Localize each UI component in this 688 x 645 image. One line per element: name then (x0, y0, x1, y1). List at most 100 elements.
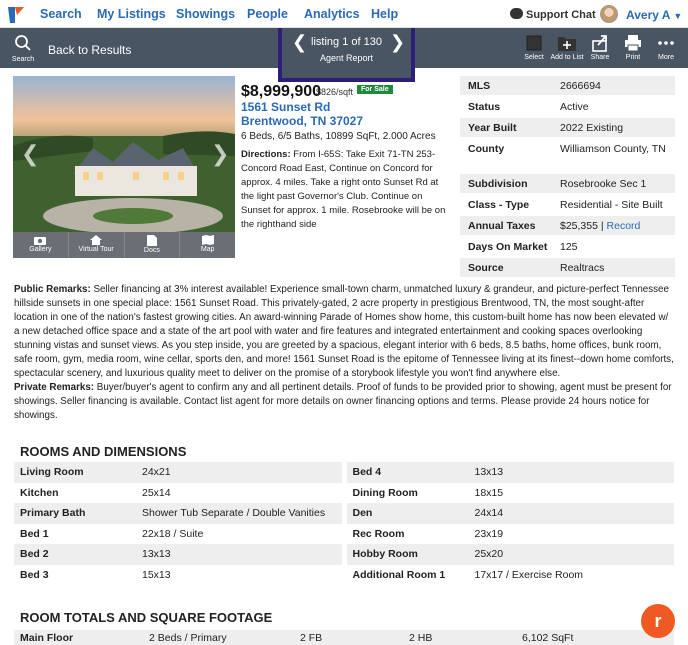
room-dimension: 25x20 (474, 548, 504, 561)
info-value: 125 (560, 241, 578, 253)
info-key: County (468, 143, 505, 155)
select-button[interactable]: Select (516, 34, 552, 61)
more-button[interactable]: More (648, 34, 684, 61)
share-label: Share (590, 54, 610, 61)
room-dimension: 13x13 (474, 466, 504, 479)
room-cell: Kitchen 25x14 (14, 483, 342, 504)
totals-beds: 2 Beds / Primary (149, 632, 227, 644)
info-key: Days On Market (468, 241, 548, 253)
info-row-subdivision: Subdivision Rosebrooke Sec 1 (460, 174, 675, 195)
address-city-link[interactable]: Brentwood, TN 37027 (241, 114, 363, 128)
info-row-status: Status Active (460, 97, 675, 118)
room-dimension: 24x14 (474, 507, 504, 520)
info-value: 2022 Existing (560, 122, 624, 134)
house-photo (13, 131, 235, 232)
virtual-tour-label: Virtual Tour (78, 246, 114, 253)
user-menu[interactable]: Avery A ▼ (626, 8, 682, 22)
room-dimension: 15x13 (142, 568, 171, 581)
directions-text: From I-65S: Take Exit 71-TN 253-Concord … (241, 149, 446, 230)
info-row-county: County Williamson County, TN (460, 139, 675, 174)
listing-photo[interactable]: ❮ ❯ (13, 76, 235, 232)
docs-tab[interactable]: Docs (125, 232, 181, 258)
table-row: Primary Bath Shower Tub Separate / Double… (14, 503, 674, 524)
house-icon (90, 235, 103, 245)
room-name: Rec Room (352, 527, 405, 540)
chevron-down-icon: ▼ (673, 11, 683, 21)
room-name: Primary Bath (20, 507, 86, 520)
share-button[interactable]: Share (582, 34, 618, 61)
room-cell: Living Room 24x21 (14, 462, 342, 483)
info-value: Realtracs (560, 262, 605, 274)
info-key: Status (468, 101, 501, 113)
nav-search[interactable]: Search (40, 7, 82, 21)
search-icon (15, 35, 31, 51)
add-to-list-button[interactable]: Add to List (549, 34, 585, 61)
public-remarks-label: Public Remarks: (14, 284, 91, 295)
avatar[interactable] (600, 5, 618, 23)
nav-analytics[interactable]: Analytics (304, 7, 360, 21)
brand-chat-button[interactable]: r (641, 604, 675, 638)
taxes-value: $25,355 (560, 220, 598, 232)
share-icon (592, 35, 607, 52)
nav-showings[interactable]: Showings (176, 7, 235, 21)
next-listing-icon[interactable]: ❯ (390, 32, 405, 53)
totals-floor-label: Main Floor (20, 632, 74, 644)
info-key: Annual Taxes (468, 220, 536, 232)
nav-people[interactable]: People (247, 7, 288, 21)
info-row-source: Source Realtracs (460, 258, 675, 279)
info-row-class-type: Class - Type Residential - Site Built (460, 195, 675, 216)
info-key: Year Built (468, 122, 517, 134)
listing-pager: ❮ listing 1 of 130 ❯ Agent Report (278, 28, 415, 82)
room-cell: Rec Room 23x19 (347, 524, 675, 545)
support-chat-link[interactable]: Support Chat (510, 8, 596, 21)
info-value: $25,355 | Record (560, 220, 641, 232)
info-value: Williamson County, TN (560, 143, 666, 155)
chat-icon (510, 8, 523, 19)
tax-record-link[interactable]: Record (607, 220, 641, 232)
room-cell: Hobby Room 25x20 (346, 544, 674, 565)
photo-next-icon[interactable]: ❯ (211, 141, 229, 167)
print-button[interactable]: Print (615, 34, 651, 61)
info-row-year-built: Year Built 2022 Existing (460, 118, 675, 139)
remarks: Public Remarks: Seller financing at 3% i… (14, 283, 674, 423)
nav-my-listings[interactable]: My Listings (97, 7, 166, 21)
info-key: Subdivision (468, 178, 528, 190)
printer-icon (625, 35, 641, 52)
toolbar-search-button[interactable]: Search (10, 34, 36, 63)
info-key: Source (468, 262, 504, 274)
address-street-link[interactable]: 1561 Sunset Rd (241, 100, 330, 114)
room-name: Dining Room (352, 486, 418, 499)
photo-tabs: Gallery Virtual Tour Docs Map (13, 232, 235, 258)
room-cell: Bed 1 22x18 / Suite (14, 524, 342, 545)
gallery-tab[interactable]: Gallery (13, 232, 69, 258)
photo-previous-icon[interactable]: ❮ (21, 141, 39, 167)
back-to-results-link[interactable]: Back to Results (48, 43, 131, 57)
private-remarks: Private Remarks: Buyer/buyer's agent to … (14, 381, 674, 423)
virtual-tour-tab[interactable]: Virtual Tour (69, 232, 125, 258)
info-value: Active (560, 101, 589, 113)
public-remarks: Public Remarks: Seller financing at 3% i… (14, 283, 674, 381)
info-key: MLS (468, 80, 491, 92)
add-to-list-label: Add to List (550, 54, 584, 61)
print-label: Print (625, 54, 641, 61)
room-cell: Den 24x14 (346, 503, 674, 524)
logo-icon[interactable] (5, 4, 27, 26)
info-key: Class - Type (468, 199, 530, 211)
room-name: Bed 1 (20, 527, 49, 540)
top-nav: Search My Listings Showings People Analy… (0, 0, 688, 28)
add-folder-icon (558, 37, 576, 51)
nav-help[interactable]: Help (371, 7, 398, 21)
camera-icon (34, 237, 47, 245)
totals-full-baths: 2 FB (300, 632, 323, 644)
table-row: Living Room 24x21 Bed 4 13x13 (14, 462, 674, 483)
room-cell: Primary Bath Shower Tub Separate / Double… (14, 503, 342, 524)
toolbar-search-label: Search (11, 56, 35, 63)
info-value: 2666694 (560, 80, 601, 92)
report-type-select[interactable]: Agent Report (282, 53, 411, 63)
rooms-table: Living Room 24x21 Bed 4 13x13 Kitchen 25x14… (14, 462, 674, 585)
more-dots-icon (658, 41, 674, 45)
info-value: Rosebrooke Sec 1 (560, 178, 647, 190)
checkbox-icon (526, 35, 542, 51)
totals-half-baths: 2 HB (409, 632, 433, 644)
map-tab[interactable]: Map (180, 232, 235, 258)
